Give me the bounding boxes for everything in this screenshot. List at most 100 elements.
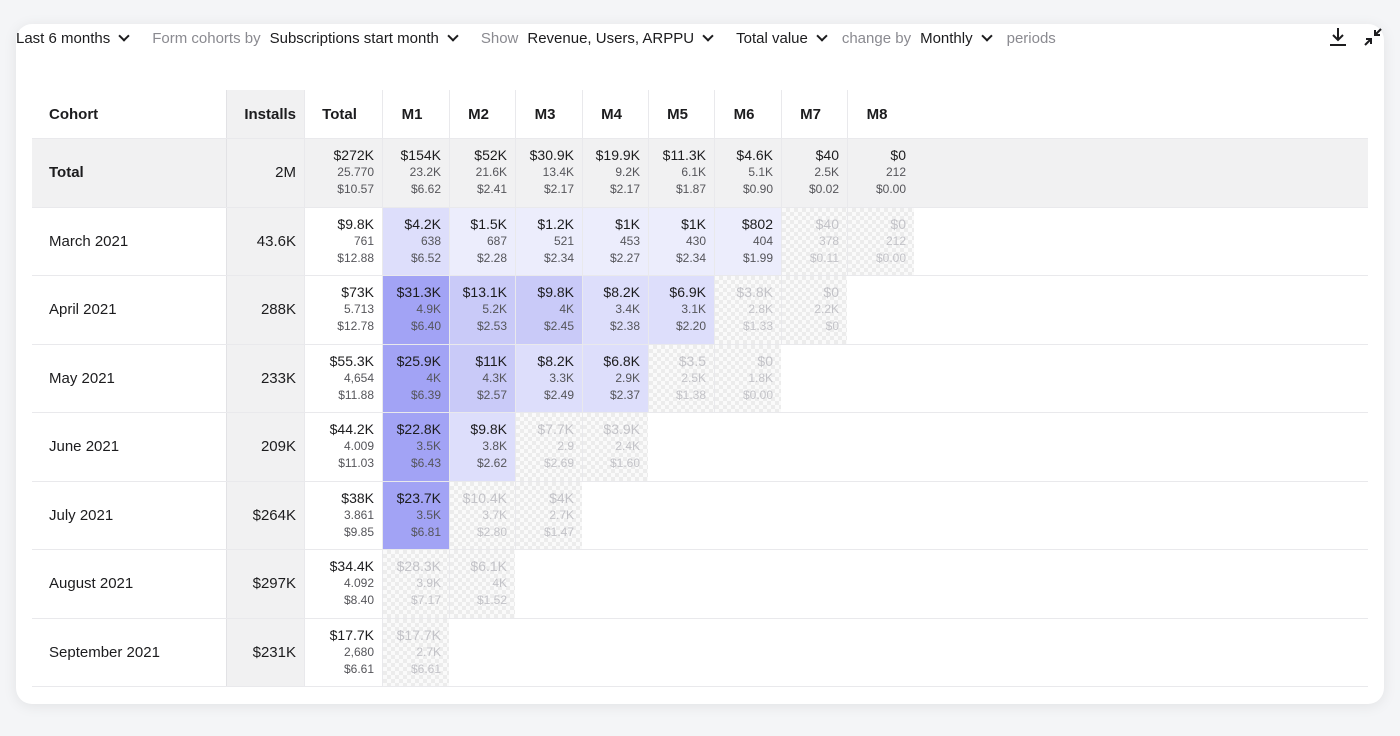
header-m6[interactable]: M6: [714, 90, 781, 138]
header-m4[interactable]: M4: [582, 90, 648, 138]
month-cell-m8[interactable]: $0 212 $0.00: [847, 207, 914, 275]
header-m7[interactable]: M7: [781, 90, 847, 138]
month-cell-m4[interactable]: $8.2K 3.4K $2.38: [582, 276, 648, 344]
show-dropdown[interactable]: Revenue, Users, ARPPU: [527, 30, 714, 47]
arppu-value: $0.00: [875, 182, 906, 197]
cohort-name: August 2021: [49, 575, 134, 593]
month-cell-m1[interactable]: $25.9K 4K $6.39: [382, 344, 449, 412]
month-cell-m1[interactable]: $31.3K 4.9K $6.40: [382, 276, 449, 344]
arppu-value: $1.33: [742, 319, 773, 334]
month-cell-m2[interactable]: $52K 21.6K $2.41: [449, 139, 515, 207]
month-cell-m5[interactable]: $6.9K 3.1K $2.20: [648, 276, 714, 344]
revenue-value: $4.6K: [736, 147, 773, 164]
month-cell-m2[interactable]: $10.4K 3.7K $2.80: [449, 481, 515, 549]
month-cell-m6[interactable]: $4.6K 5.1K $0.90: [714, 139, 781, 207]
header-m2[interactable]: M2: [449, 90, 515, 138]
users-value: 4.092: [343, 576, 374, 591]
month-cell-m3[interactable]: $8.2K 3.3K $2.49: [515, 344, 582, 412]
arppu-value: $11.03: [338, 456, 374, 471]
header-cohort[interactable]: Cohort: [32, 90, 226, 138]
month-cell-m2[interactable]: $6.1K 4K $1.52: [449, 550, 515, 618]
installs-cell: $231K: [226, 618, 304, 686]
month-cell-m1[interactable]: $22.8K 3.5K $6.43: [382, 413, 449, 481]
arppu-value: $2.34: [543, 250, 574, 265]
month-cell-m3[interactable]: $1.2K 521 $2.34: [515, 207, 582, 275]
month-cell-m7[interactable]: $40 2.5K $0.02: [781, 139, 847, 207]
header-label: M8: [866, 105, 888, 123]
header-m5[interactable]: M5: [648, 90, 714, 138]
cohort-name: March 2021: [49, 232, 129, 250]
month-cell-m3[interactable]: $9.8K 4K $2.45: [515, 276, 582, 344]
arppu-value: $2.49: [543, 387, 574, 402]
header-m8[interactable]: M8: [847, 90, 914, 138]
month-cell-m8[interactable]: $0 212 $0.00: [847, 139, 914, 207]
arppu-value: $6.62: [410, 182, 441, 197]
month-cell-m6[interactable]: $3.8K 2.8K $1.33: [714, 276, 781, 344]
users-value: 2.5K: [814, 165, 839, 180]
installs-value: $264K: [252, 506, 296, 524]
month-cell-m5[interactable]: $3.5 2.5K $1.38: [648, 344, 714, 412]
users-value: 4.009: [343, 439, 374, 454]
month-cell-m6[interactable]: $802 404 $1.99: [714, 207, 781, 275]
header-m3[interactable]: M3: [515, 90, 582, 138]
download-icon[interactable]: [1328, 26, 1348, 48]
arppu-value: $2.37: [609, 387, 640, 402]
month-cell-m1[interactable]: $23.7K 3.5K $6.81: [382, 481, 449, 549]
header-installs[interactable]: Installs: [226, 90, 304, 138]
revenue-value: $3.9K: [603, 421, 640, 438]
arppu-value: $2.45: [543, 319, 574, 334]
total-cell[interactable]: $55.3K 4,654 $11.88: [304, 344, 382, 412]
header-total[interactable]: Total: [304, 90, 382, 138]
arppu-value: $1.52: [476, 593, 507, 608]
month-cell-m2[interactable]: $9.8K 3.8K $2.62: [449, 413, 515, 481]
revenue-value: $0: [890, 215, 906, 232]
total-cell[interactable]: $73K 5.713 $12.78: [304, 276, 382, 344]
month-cell-m1[interactable]: $17.7K 2.7K $6.61: [382, 618, 449, 686]
periods-label: periods: [1006, 29, 1056, 47]
users-value: 3.4K: [615, 302, 640, 317]
form-cohorts-dropdown[interactable]: Subscriptions start month: [270, 30, 459, 47]
revenue-value: $154K: [400, 147, 441, 164]
month-cell-m3[interactable]: $30.9K 13.4K $2.17: [515, 139, 582, 207]
users-value: 5.1K: [748, 165, 773, 180]
month-cell-m1[interactable]: $154K 23.2K $6.62: [382, 139, 449, 207]
month-cell-m4[interactable]: $19.9K 9.2K $2.17: [582, 139, 648, 207]
arppu-value: $2.27: [609, 250, 640, 265]
month-cell-m5[interactable]: $11.3K 6.1K $1.87: [648, 139, 714, 207]
total-cell[interactable]: $38K 3.861 $9.85: [304, 481, 382, 549]
cohort-table: Cohort Installs Total M1 M2 M3 M4 M5 M6 M7 M8 Total…: [32, 90, 1368, 687]
cohort-name: June 2021: [49, 438, 120, 456]
total-cell[interactable]: $44.2K 4.009 $11.03: [304, 413, 382, 481]
period-dropdown[interactable]: Last 6 months: [16, 30, 130, 47]
revenue-value: $6.8K: [603, 352, 640, 369]
month-cell-m1[interactable]: $28.3K 3.9K $7.17: [382, 550, 449, 618]
cohort-label: April 2021: [32, 276, 226, 344]
installs-value: $297K: [252, 575, 296, 593]
month-cell-m7[interactable]: $0 2.2K $0: [781, 276, 847, 344]
arppu-value: $2.17: [609, 182, 640, 197]
change-by-dropdown[interactable]: Monthly: [920, 30, 993, 47]
revenue-value: $4.2K: [404, 215, 441, 232]
month-cell-m2[interactable]: $1.5K 687 $2.28: [449, 207, 515, 275]
month-cell-m2[interactable]: $11K 4.3K $2.57: [449, 344, 515, 412]
month-cell-m3[interactable]: $7.7K 2.9 $2.69: [515, 413, 582, 481]
month-cell-m7[interactable]: $40 378 $0.11: [781, 207, 847, 275]
total-cell[interactable]: $9.8K 761 $12.88: [304, 207, 382, 275]
header-m1[interactable]: M1: [382, 90, 449, 138]
month-cell-m4[interactable]: $1K 453 $2.27: [582, 207, 648, 275]
month-cell-m2[interactable]: $13.1K 5.2K $2.53: [449, 276, 515, 344]
month-cell-m1[interactable]: $4.2K 638 $6.52: [382, 207, 449, 275]
total-cell[interactable]: $272K 25.770 $10.57: [304, 139, 382, 207]
chevron-down-icon: [980, 30, 993, 42]
month-cell-m4[interactable]: $3.9K 2.4K $1.60: [582, 413, 648, 481]
month-cell-m6[interactable]: $0 1.8K $0.00: [714, 344, 781, 412]
total-cell[interactable]: $34.4K 4.092 $8.40: [304, 550, 382, 618]
month-cell-m4[interactable]: $6.8K 2.9K $2.37: [582, 344, 648, 412]
total-cell[interactable]: $17.7K 2,680 $6.61: [304, 618, 382, 686]
value-mode-dropdown[interactable]: Total value: [736, 30, 828, 47]
arppu-value: $6.40: [410, 319, 441, 334]
arppu-value: $10.57: [337, 182, 374, 197]
month-cell-m3[interactable]: $4K 2.7K $1.47: [515, 481, 582, 549]
collapse-icon[interactable]: [1362, 26, 1384, 48]
month-cell-m5[interactable]: $1K 430 $2.34: [648, 207, 714, 275]
